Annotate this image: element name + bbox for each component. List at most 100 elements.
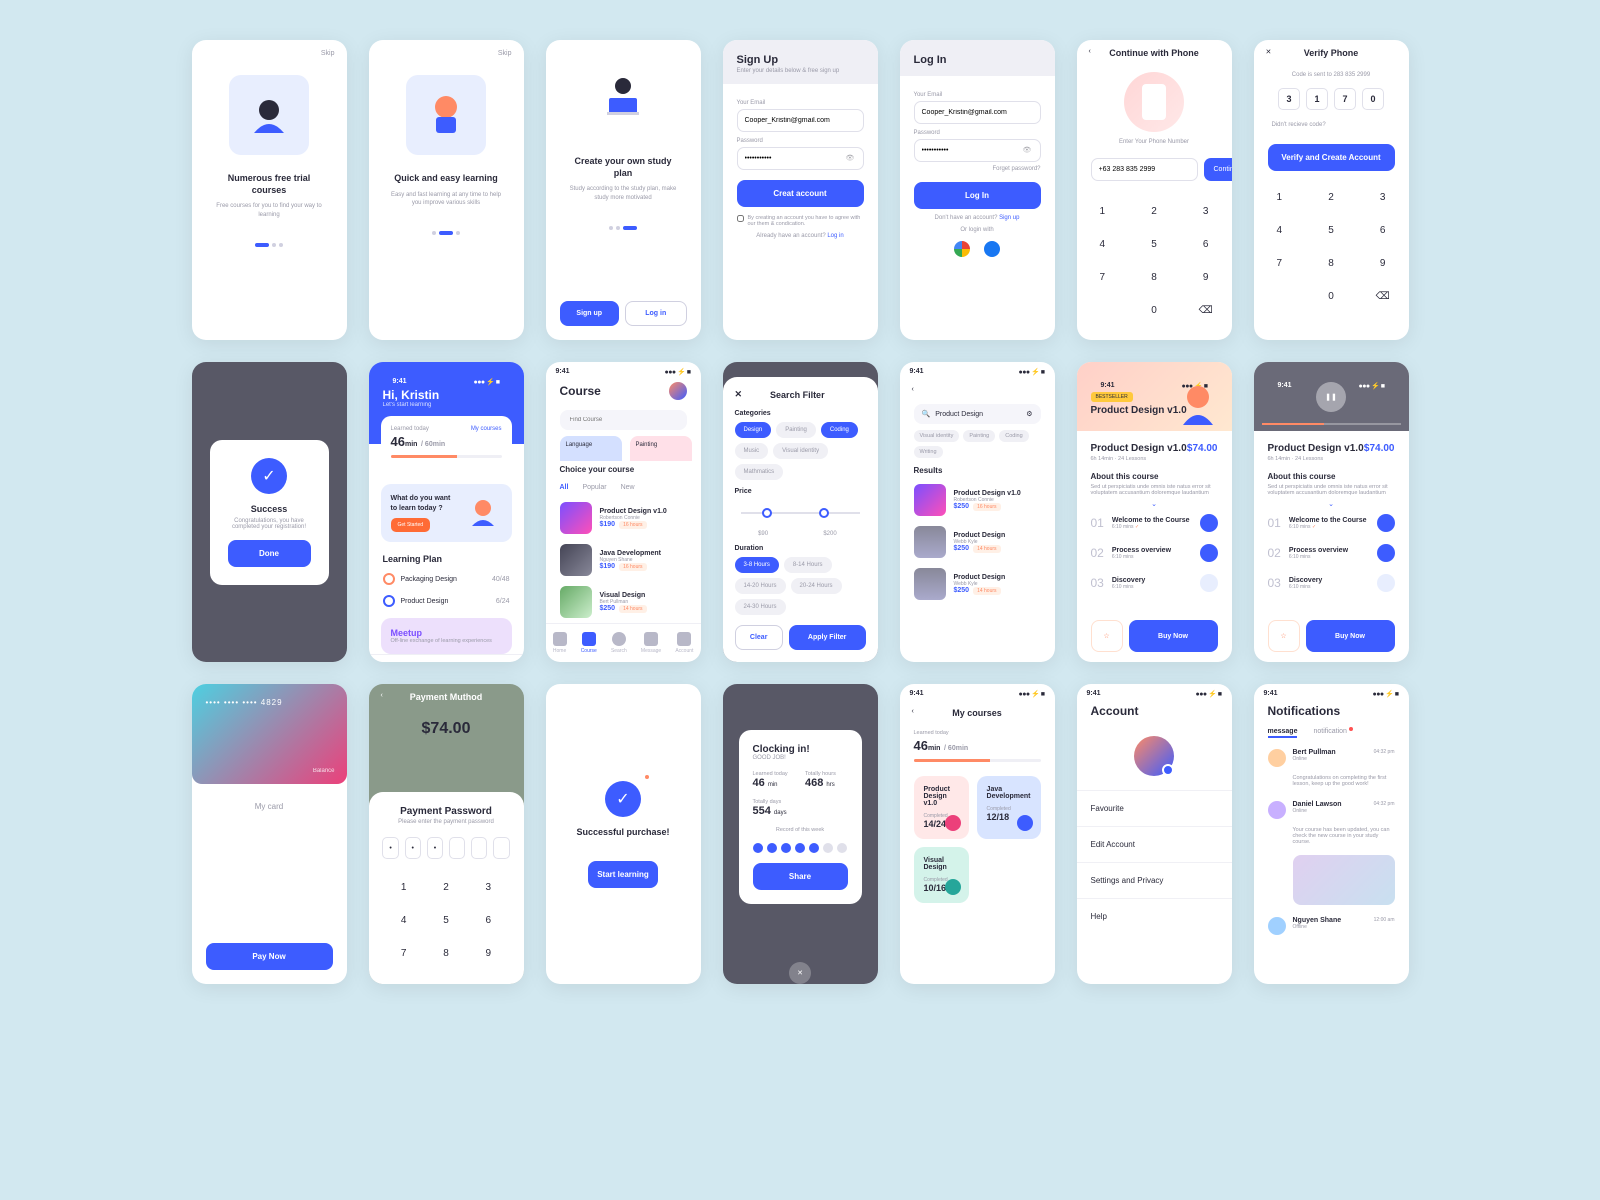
key[interactable]: 4 bbox=[1254, 214, 1306, 247]
apply-button[interactable]: Apply Filter bbox=[789, 625, 866, 650]
nav-message[interactable]: Message bbox=[641, 632, 661, 654]
search-tag[interactable]: Visual identity bbox=[914, 430, 960, 442]
chip[interactable]: Music bbox=[735, 443, 769, 459]
result-item[interactable]: Product Design v1.0Robertson Connie$2501… bbox=[900, 479, 1055, 521]
buy-button[interactable]: Buy Now bbox=[1306, 620, 1395, 652]
key[interactable]: 9 bbox=[1357, 247, 1409, 280]
avatar[interactable] bbox=[669, 382, 687, 400]
key[interactable]: 6 bbox=[467, 904, 509, 937]
skip-link[interactable]: Skip bbox=[192, 40, 347, 57]
key[interactable]: 6 bbox=[1180, 228, 1232, 261]
chip[interactable]: Coding bbox=[821, 422, 858, 438]
chip[interactable]: 14-20 Hours bbox=[735, 578, 786, 594]
key[interactable]: 8 bbox=[1305, 247, 1357, 280]
category-card[interactable]: Language bbox=[560, 436, 622, 461]
lesson-item[interactable]: 02Process overview6:10 mins bbox=[1268, 538, 1395, 568]
buy-button[interactable]: Buy Now bbox=[1129, 620, 1218, 652]
result-item[interactable]: Product DesignWebb Kyle$25014 hours bbox=[900, 563, 1055, 605]
tab[interactable]: New bbox=[621, 484, 635, 491]
otp-digit[interactable]: 7 bbox=[1334, 88, 1356, 110]
get-started-button[interactable]: Get Started bbox=[391, 518, 431, 532]
tab[interactable]: Popular bbox=[582, 484, 606, 491]
back-icon[interactable]: ‹ bbox=[381, 692, 391, 702]
email-field[interactable] bbox=[737, 109, 864, 132]
tab-notification[interactable]: notification bbox=[1313, 728, 1346, 735]
nav-search[interactable]: Search bbox=[611, 632, 627, 654]
terms-checkbox[interactable] bbox=[737, 215, 744, 222]
key[interactable]: 5 bbox=[425, 904, 467, 937]
mycourse-card[interactable]: Java DevelopmentCompleted12/18 bbox=[977, 776, 1041, 839]
share-button[interactable]: Share bbox=[753, 863, 848, 890]
key[interactable]: 0 bbox=[1305, 280, 1357, 313]
key[interactable]: 7 bbox=[383, 937, 425, 970]
avatar[interactable] bbox=[1134, 736, 1174, 776]
email-field[interactable] bbox=[914, 101, 1041, 124]
search-tag[interactable]: Painting bbox=[963, 430, 995, 442]
key[interactable]: 2 bbox=[1305, 181, 1357, 214]
category-card[interactable]: Painting bbox=[630, 436, 692, 461]
key[interactable]: 4 bbox=[383, 904, 425, 937]
chip[interactable]: 8-14 Hours bbox=[784, 557, 832, 573]
account-item[interactable]: Favourite bbox=[1077, 790, 1232, 826]
play-icon[interactable] bbox=[1377, 514, 1395, 532]
key[interactable]: 8 bbox=[425, 937, 467, 970]
chip[interactable]: Painting bbox=[776, 422, 816, 438]
otp-digit[interactable]: 0 bbox=[1362, 88, 1384, 110]
nav-account[interactable]: Account bbox=[675, 632, 693, 654]
phone-input[interactable] bbox=[1091, 158, 1198, 181]
key[interactable]: 9 bbox=[467, 937, 509, 970]
search-input[interactable] bbox=[560, 410, 687, 430]
chip[interactable]: Visual identity bbox=[773, 443, 828, 459]
nav-home[interactable]: Home bbox=[553, 632, 567, 654]
result-item[interactable]: Product DesignWebb Kyle$25014 hours bbox=[900, 521, 1055, 563]
back-icon[interactable]: ‹ bbox=[912, 708, 922, 718]
account-item[interactable]: Help bbox=[1077, 898, 1232, 934]
key[interactable]: 4 bbox=[1077, 228, 1129, 261]
key[interactable]: 1 bbox=[1254, 181, 1306, 214]
notification-item[interactable]: Nguyen ShaneOffline12:00 am bbox=[1254, 909, 1409, 943]
key[interactable]: 0 bbox=[1128, 294, 1180, 327]
key[interactable]: 6 bbox=[1357, 214, 1409, 247]
search-tag[interactable]: Coding bbox=[999, 430, 1028, 442]
key[interactable]: 1 bbox=[383, 871, 425, 904]
done-button[interactable]: Done bbox=[228, 540, 311, 567]
start-learning-button[interactable]: Start learning bbox=[588, 861, 658, 888]
eye-icon[interactable]: 👁 bbox=[1023, 146, 1033, 156]
filter-icon[interactable]: ⚙ bbox=[1026, 410, 1032, 418]
backspace-icon[interactable]: ⌫ bbox=[1180, 294, 1232, 327]
lesson-item[interactable]: 01Welcome to the Course6:10 mins ✓ bbox=[1091, 508, 1218, 538]
favorite-button[interactable]: ☆ bbox=[1268, 620, 1300, 652]
continue-button[interactable]: Continue bbox=[1204, 158, 1232, 181]
pay-button[interactable]: Pay Now bbox=[206, 943, 333, 970]
play-icon[interactable] bbox=[1200, 544, 1218, 562]
chip[interactable]: 3-8 Hours bbox=[735, 557, 779, 573]
otp-digit[interactable]: 3 bbox=[1278, 88, 1300, 110]
verify-button[interactable]: Verify and Create Account bbox=[1268, 144, 1395, 171]
notification-item[interactable]: Bert PullmanOnline04:32 pm bbox=[1254, 741, 1409, 775]
lesson-item[interactable]: 01Welcome to the Course6:10 mins ✓ bbox=[1268, 508, 1395, 538]
back-icon[interactable]: ‹ bbox=[1089, 48, 1099, 58]
facebook-icon[interactable] bbox=[984, 241, 1000, 257]
lesson-item[interactable]: 03Discovery6:10 mins bbox=[1268, 568, 1395, 598]
pause-icon[interactable]: ❚❚ bbox=[1316, 382, 1346, 412]
price-slider[interactable] bbox=[741, 503, 860, 523]
edit-icon[interactable] bbox=[1162, 764, 1174, 776]
account-item[interactable]: Edit Account bbox=[1077, 826, 1232, 862]
key[interactable]: 2 bbox=[425, 871, 467, 904]
play-icon[interactable] bbox=[945, 879, 961, 895]
lesson-item[interactable]: 03Discovery6:10 mins bbox=[1091, 568, 1218, 598]
key[interactable]: 1 bbox=[1077, 195, 1129, 228]
key[interactable]: 3 bbox=[1180, 195, 1232, 228]
key[interactable]: 5 bbox=[1305, 214, 1357, 247]
key[interactable]: 7 bbox=[1254, 247, 1306, 280]
close-icon[interactable]: ✕ bbox=[735, 389, 743, 400]
mycourse-card[interactable]: Visual DesignCompleted10/16 bbox=[914, 847, 969, 903]
key[interactable]: 2 bbox=[1128, 195, 1180, 228]
course-item[interactable]: Product Design v1.0Robertson Connie$1901… bbox=[546, 497, 701, 539]
promo-card[interactable]: What do you want to learn today ?Get Sta… bbox=[381, 484, 512, 542]
meetup-card[interactable]: MeetupOff-line exchange of learning expe… bbox=[381, 618, 512, 654]
password-field[interactable] bbox=[914, 139, 1041, 162]
create-account-button[interactable]: Creat account bbox=[737, 180, 864, 207]
password-field[interactable] bbox=[737, 147, 864, 170]
back-icon[interactable]: ‹ bbox=[912, 386, 922, 396]
